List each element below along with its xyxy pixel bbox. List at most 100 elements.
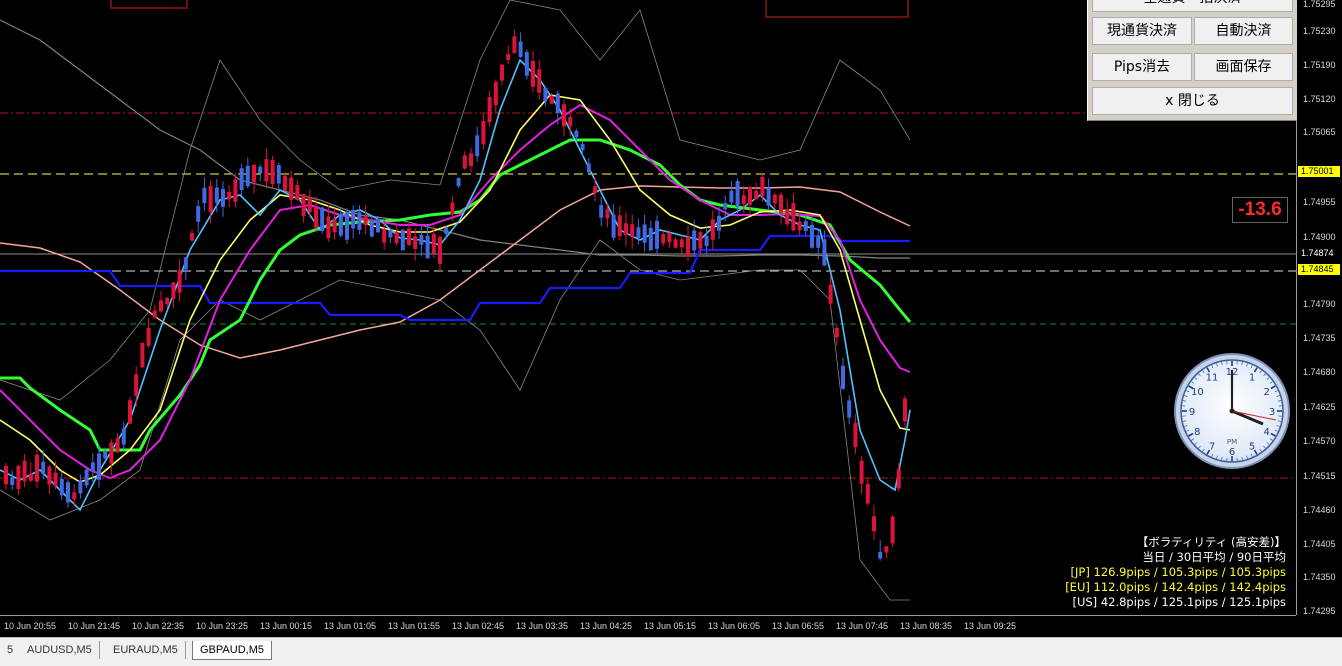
analog-clock: 123456789101112 PM xyxy=(1173,352,1291,470)
price-tick-label: 1.74460 xyxy=(1303,505,1336,515)
candle-body xyxy=(736,181,740,207)
candle-body xyxy=(537,69,541,92)
time-tick-label: 13 Jun 06:05 xyxy=(708,621,760,631)
chart-tab[interactable]: AUDUSD,M5 xyxy=(20,641,100,659)
candle-body xyxy=(636,227,640,238)
candle-body xyxy=(85,470,89,486)
close-all-button[interactable]: 全通貨一括決済 xyxy=(1092,0,1293,12)
candle-body xyxy=(66,482,70,502)
chart-tab[interactable]: GBPAUD,M5 xyxy=(192,641,272,660)
candle-body xyxy=(897,469,901,489)
candle-body xyxy=(196,206,200,222)
time-tick-label: 13 Jun 07:45 xyxy=(836,621,888,631)
candle-body xyxy=(568,117,572,126)
candle-body xyxy=(705,236,709,246)
candle-body xyxy=(29,474,33,481)
price-tick-label: 1.74570 xyxy=(1303,436,1336,446)
lower-band xyxy=(0,240,910,600)
candle-body xyxy=(209,186,213,212)
candle-body xyxy=(252,165,256,183)
candle-body xyxy=(289,178,293,200)
close-panel-button[interactable]: x 閉じる xyxy=(1092,87,1293,115)
candle-body xyxy=(271,160,275,184)
support-step-line xyxy=(0,236,910,320)
candle-body xyxy=(729,191,733,203)
candle-body xyxy=(748,187,752,205)
auto-close-button[interactable]: 自動決済 xyxy=(1194,17,1293,45)
time-axis[interactable]: 10 Jun 20:5510 Jun 21:4510 Jun 22:3510 J… xyxy=(0,615,1296,638)
time-tick-label: 13 Jun 09:25 xyxy=(964,621,1016,631)
candle-body xyxy=(277,165,281,184)
candle-body xyxy=(388,230,392,237)
chart-tab[interactable]: 5 xyxy=(0,641,21,659)
candle-body xyxy=(171,282,175,299)
candle-body xyxy=(153,310,157,317)
price-tick-label: 1.74295 xyxy=(1303,606,1336,616)
candle-body xyxy=(302,194,306,216)
candle-body xyxy=(227,192,231,200)
volatility-us: [US] 42.8pips / 125.1pips / 125.1pips xyxy=(1065,595,1286,610)
volatility-panel: 【ボラティリティ (高安差)】 当日 / 30日平均 / 90日平均 [JP] … xyxy=(1065,535,1286,610)
time-tick-label: 10 Jun 21:45 xyxy=(68,621,120,631)
candle-body xyxy=(841,366,845,389)
time-tick-label: 13 Jun 04:25 xyxy=(580,621,632,631)
top-left-box xyxy=(110,0,188,9)
candle-body xyxy=(147,328,151,346)
candle-body xyxy=(345,213,349,240)
candle-body xyxy=(283,176,287,191)
time-tick-label: 10 Jun 22:35 xyxy=(132,621,184,631)
candle-body xyxy=(723,203,727,209)
candle-body xyxy=(54,473,58,487)
candle-body xyxy=(351,210,355,228)
candle-body xyxy=(103,452,107,459)
candle-body xyxy=(717,216,721,231)
candle-body xyxy=(240,168,244,190)
candle-body xyxy=(395,232,399,243)
candle-body xyxy=(457,178,461,186)
candle-body xyxy=(829,285,833,304)
candle-body xyxy=(413,236,417,249)
candle-body xyxy=(16,466,20,489)
chart-tab[interactable]: EURAUD,M5 xyxy=(106,641,186,659)
candle-body xyxy=(891,516,895,543)
candle-body xyxy=(264,159,268,181)
candle-body xyxy=(519,41,523,56)
price-tick-label: 1.74405 xyxy=(1303,539,1336,549)
save-screen-button[interactable]: 画面保存 xyxy=(1194,53,1293,81)
candle-body xyxy=(494,82,498,105)
candle-body xyxy=(419,235,423,245)
candle-body xyxy=(612,215,616,238)
pips-clear-button[interactable]: Pips消去 xyxy=(1092,53,1192,81)
candle-body xyxy=(773,195,777,204)
candle-body xyxy=(872,516,876,531)
volatility-header: 当日 / 30日平均 / 90日平均 xyxy=(1065,550,1286,565)
candle-body xyxy=(587,164,591,173)
candle-body xyxy=(128,400,132,423)
price-axis[interactable]: 1.752951.752301.751901.751201.750651.750… xyxy=(1296,0,1342,615)
candle-body xyxy=(903,398,907,421)
clock-numeral: 4 xyxy=(1263,427,1269,438)
candle-body xyxy=(500,65,504,81)
candle-body xyxy=(91,462,95,471)
candle-body xyxy=(754,191,758,200)
volatility-title: 【ボラティリティ (高安差)】 xyxy=(1065,535,1286,550)
candle-body xyxy=(122,429,126,445)
candle-body xyxy=(233,179,237,202)
candle-body xyxy=(326,216,330,238)
candle-body xyxy=(860,461,864,484)
candle-body xyxy=(822,239,826,265)
candle-body xyxy=(556,93,560,113)
candle-body xyxy=(810,225,814,248)
chart-tab-bar: 5AUDUSD,M5 EURAUD,M5 GBPAUD,M5 xyxy=(0,637,1342,666)
candle-body xyxy=(543,88,547,102)
candle-body xyxy=(512,36,516,53)
close-current-currency-button[interactable]: 現通貨決済 xyxy=(1092,17,1192,45)
time-tick-label: 13 Jun 06:55 xyxy=(772,621,824,631)
price-tick-label: 1.74790 xyxy=(1303,299,1336,309)
candle-body xyxy=(550,96,554,104)
candle-body xyxy=(184,257,188,269)
candle-body xyxy=(779,195,783,214)
current-price-flag: 1.75001 xyxy=(1298,166,1340,177)
candle-body xyxy=(221,189,225,207)
candle-body xyxy=(742,195,746,204)
